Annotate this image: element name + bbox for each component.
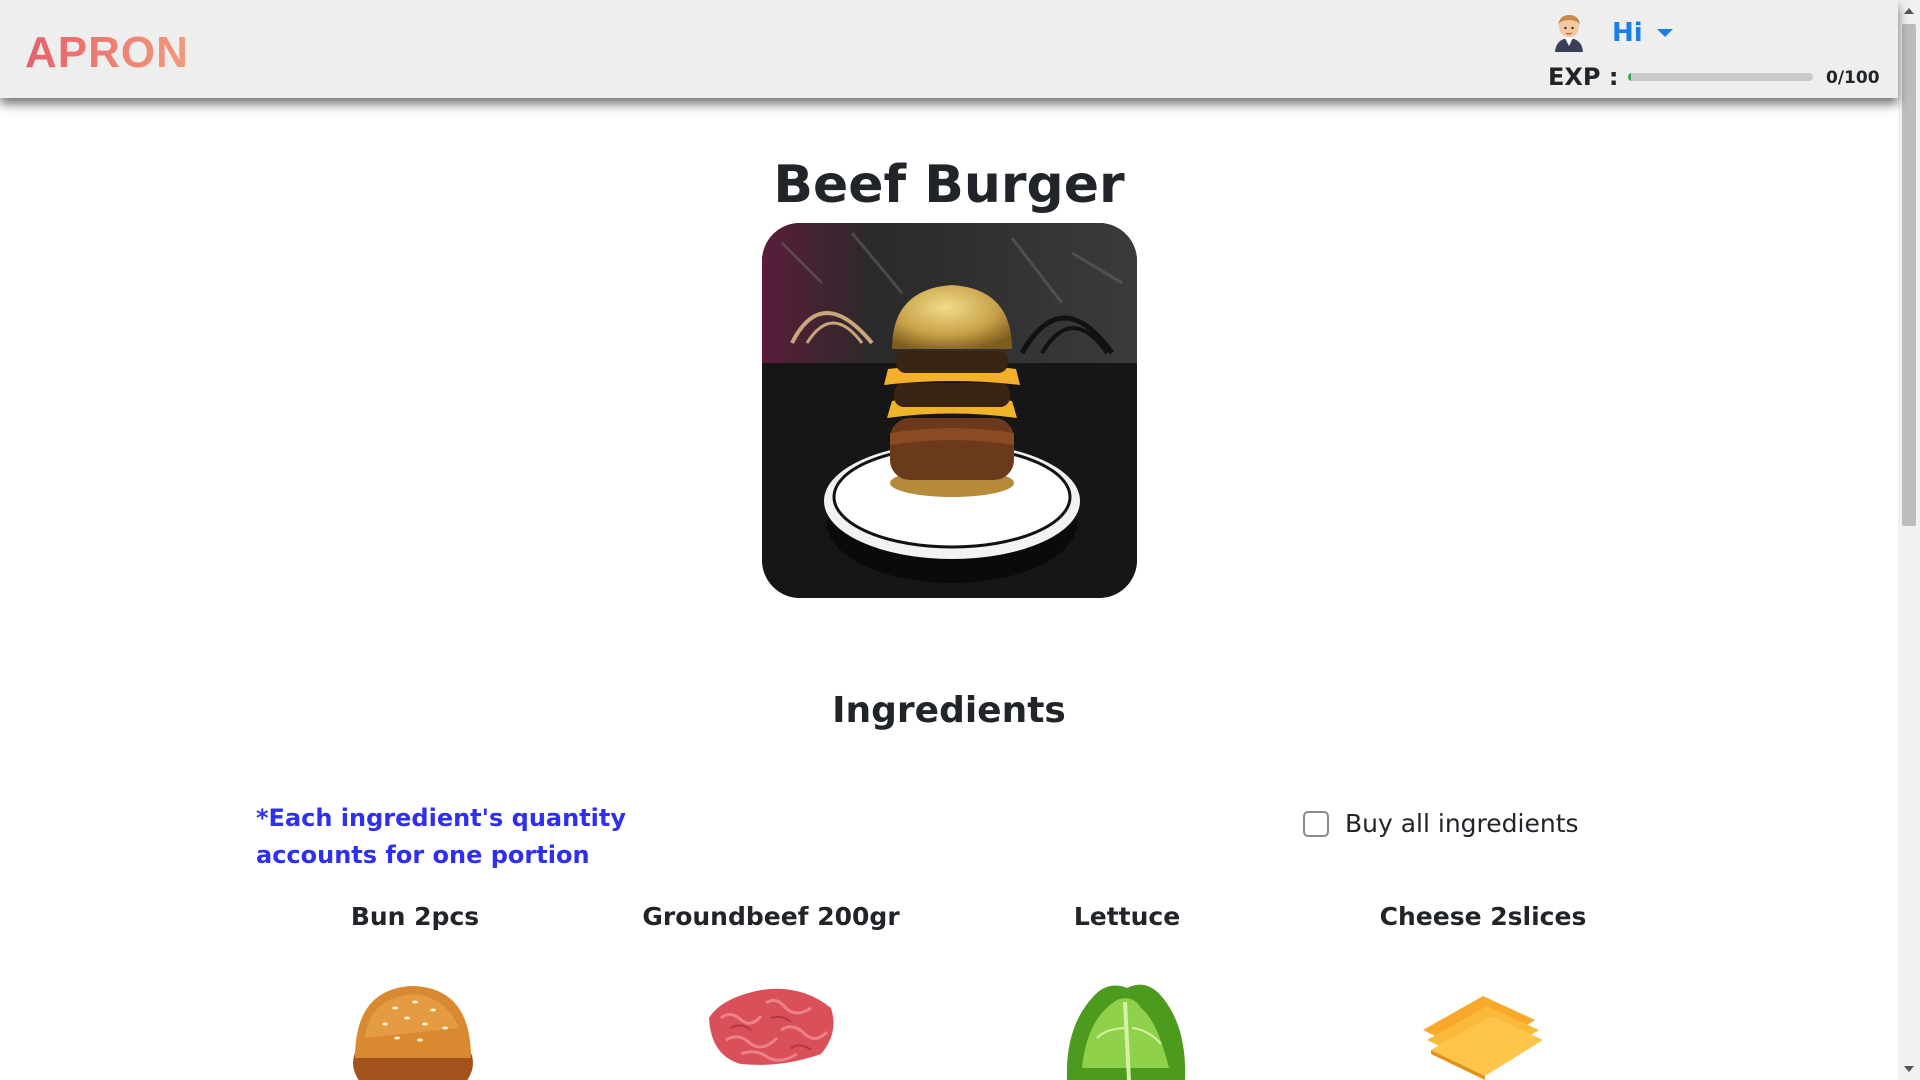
recipe-photo — [762, 223, 1137, 598]
page-scrollbar[interactable] — [1898, 0, 1920, 1080]
ground-beef-image[interactable] — [681, 958, 861, 1080]
recipe-title: Beef Burger — [773, 155, 1125, 215]
burger-photo-image — [762, 223, 1137, 598]
buy-all-ingredients-checkbox[interactable]: Buy all ingredients — [1303, 809, 1579, 838]
chevron-down-icon — [1656, 29, 1673, 37]
exp-count: 0/100 — [1826, 68, 1880, 88]
lettuce-image[interactable] — [1037, 958, 1217, 1080]
scroll-down-icon[interactable] — [1904, 1066, 1914, 1072]
bun-image[interactable] — [325, 958, 505, 1080]
ingredient-name-lettuce: Lettuce — [1073, 902, 1181, 931]
checkbox-box[interactable] — [1303, 810, 1329, 837]
ingredient-name-groundbeef: Groundbeef 200gr — [642, 902, 900, 931]
exp-label: EXP : — [1548, 63, 1619, 91]
cheese-image[interactable] — [1393, 958, 1573, 1080]
exp-progress-bar — [1628, 73, 1813, 81]
ingredients-heading: Ingredients — [832, 690, 1066, 731]
user-avatar-icon[interactable] — [1552, 12, 1586, 52]
ingredient-name-cheese: Cheese 2slices — [1379, 902, 1587, 931]
apron-logo[interactable]: APRON — [25, 28, 189, 78]
user-menu-dropdown[interactable]: Hi — [1612, 18, 1673, 48]
scrollbar-thumb[interactable] — [1902, 24, 1916, 526]
scroll-up-icon[interactable] — [1904, 8, 1914, 14]
greeting-text: Hi — [1612, 18, 1643, 48]
top-navbar: APRON Hi EXP : 0/100 — [0, 0, 1898, 98]
exp-progress-fill — [1628, 73, 1631, 81]
buy-all-label: Buy all ingredients — [1345, 809, 1579, 838]
portion-note: *Each ingredient's quantity accounts for… — [256, 804, 627, 869]
ingredient-name-bun: Bun 2pcs — [350, 902, 480, 931]
